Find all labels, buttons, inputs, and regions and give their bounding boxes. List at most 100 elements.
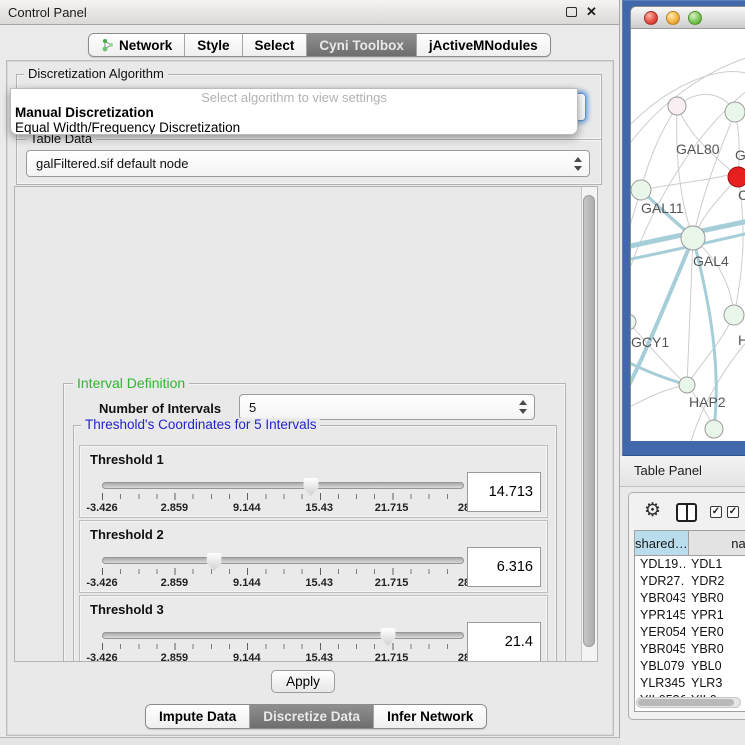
column-header-shared-name[interactable]: shared… [635,531,689,555]
table-cell[interactable]: YBR045C [635,641,685,658]
table-cell[interactable]: YLR345W [635,675,685,692]
checkbox-icon[interactable]: ✓ [727,506,739,518]
node-label: H [738,332,745,348]
network-node[interactable] [631,180,651,200]
tab-impute-label: Impute Data [159,709,236,724]
table-row[interactable]: YDL19…YDL1 [635,556,745,573]
table-cell[interactable]: YPR145W [635,607,685,624]
tick-label: 9.144 [233,577,261,589]
node-label: GAL80 [676,141,720,157]
tab-discretize-label: Discretize Data [263,709,360,724]
threshold-label: Threshold 3 [90,602,164,617]
table-cell[interactable]: YDR27… [635,573,685,590]
table-row[interactable]: YER054CYER0 [635,624,745,641]
settings-scroll-area: Interval Definition Number of Intervals … [14,186,598,662]
gear-icon[interactable]: ⚙ [644,499,661,522]
column-header-name[interactable]: na [689,531,745,555]
node-attribute-table: shared… na YDL19…YDL1YDR27…YDR2YBR043CYB… [634,530,745,712]
slider-track[interactable] [102,632,464,639]
algorithm-popup-hint: Select algorithm to view settings [11,90,577,105]
table-cell[interactable]: YBR0 [685,590,745,607]
tick-label: 15.43 [305,502,333,514]
network-canvas[interactable]: GAL80 GA C GAL11 GAL4 GCY1 H HAP2 [631,29,745,441]
tick-label: 9.144 [233,502,261,514]
threshold-3-panel: Threshold 3 -3.4262.8599.14415.4321.7152… [79,595,548,662]
table-data-combobox[interactable]: galFiltered.sif default node [26,150,590,177]
table-row[interactable]: YBR043CYBR0 [635,590,745,607]
table-cell[interactable]: YDL1 [685,556,745,573]
tab-jactivemnodules[interactable]: jActiveMNodules [417,34,550,56]
network-node[interactable] [681,226,705,250]
table-row[interactable]: YLR345WYLR3 [635,675,745,692]
network-node[interactable] [724,305,744,325]
tab-infer-network[interactable]: Infer Network [374,705,486,728]
tick-label: 21.715 [375,577,409,589]
tab-infer-label: Infer Network [387,709,473,724]
threshold-value-field[interactable] [467,547,541,587]
tab-impute-data[interactable]: Impute Data [146,705,250,728]
close-icon[interactable]: ✕ [586,4,597,20]
close-traffic-light-icon[interactable] [644,11,658,25]
network-graph [631,29,745,441]
threshold-value-field[interactable] [467,622,541,662]
network-window-titlebar[interactable] [631,7,745,29]
tab-network[interactable]: Network [89,34,185,56]
threshold-slider[interactable]: -3.4262.8599.14415.4321.71528 [102,557,464,591]
tab-cyni-toolbox[interactable]: Cyni Toolbox [307,34,417,56]
float-window-icon[interactable] [566,7,577,17]
table-horizontal-scrollbar-thumb[interactable] [638,699,734,706]
table-cell[interactable]: YLR3 [685,675,745,692]
table-cell[interactable]: YBL0 [685,658,745,675]
algorithm-dropdown-popup: Select algorithm to view settings Manual… [10,88,578,135]
combo-arrows-icon [574,157,582,171]
table-panel-title: Table Panel [634,463,702,478]
network-node[interactable] [679,377,695,393]
tab-style[interactable]: Style [185,34,242,56]
tick-label: -3.426 [86,502,117,514]
table-cell[interactable]: YPR1 [685,607,745,624]
algorithm-option-manual[interactable]: Manual Discretization [11,105,577,120]
tab-cyni-label: Cyni Toolbox [319,38,404,53]
slider-track[interactable] [102,557,464,564]
threshold-slider[interactable]: -3.4262.8599.14415.4321.71528 [102,482,464,516]
threshold-slider[interactable]: -3.4262.8599.14415.4321.71528 [102,632,464,662]
table-cell[interactable]: YDL19… [635,556,685,573]
checkbox-icon[interactable]: ✓ [710,506,722,518]
table-cell[interactable]: YBR0 [685,641,745,658]
threshold-value-field[interactable] [467,472,541,512]
tab-select-label: Select [255,38,295,53]
table-cell[interactable]: YBR043C [635,590,685,607]
network-view-window[interactable]: GAL80 GA C GAL11 GAL4 GCY1 H HAP2 [630,6,745,441]
table-cell[interactable]: YDR2 [685,573,745,590]
control-panel-titlebar[interactable]: Control Panel ✕ [0,0,619,25]
table-row[interactable]: YDR27…YDR2 [635,573,745,590]
table-cell[interactable]: YER0 [685,624,745,641]
algorithm-option-equal-width[interactable]: Equal Width/Frequency Discretization [11,120,577,135]
minimize-traffic-light-icon[interactable] [666,11,680,25]
slider-major-ticks [102,493,465,500]
threshold-label: Threshold 1 [90,452,164,467]
split-column-icon[interactable] [676,503,697,522]
table-cell[interactable]: YER054C [635,624,685,641]
table-row[interactable]: YBR045CYBR0 [635,641,745,658]
tick-label: 15.43 [305,652,333,662]
network-node-selected[interactable] [728,167,745,187]
slider-major-ticks [102,643,465,650]
top-tab-bar: Network Style Select Cyni Toolbox jActiv… [88,33,551,57]
tab-select[interactable]: Select [243,34,308,56]
slider-track[interactable] [102,482,464,489]
node-label: GCY1 [631,334,669,350]
threshold-label: Threshold 2 [90,527,164,542]
zoom-traffic-light-icon[interactable] [688,11,702,25]
network-node[interactable] [668,97,686,115]
table-cell[interactable]: YBL079W [635,658,685,675]
table-row[interactable]: YBL079WYBL0 [635,658,745,675]
network-node[interactable] [725,102,745,122]
network-node[interactable] [631,314,636,330]
network-node[interactable] [705,420,723,438]
table-row[interactable]: YPR145WYPR1 [635,607,745,624]
tab-network-label: Network [119,38,172,53]
tab-discretize-data[interactable]: Discretize Data [250,705,374,728]
apply-button[interactable]: Apply [271,670,335,693]
settings-scrollbar-thumb[interactable] [583,195,595,647]
